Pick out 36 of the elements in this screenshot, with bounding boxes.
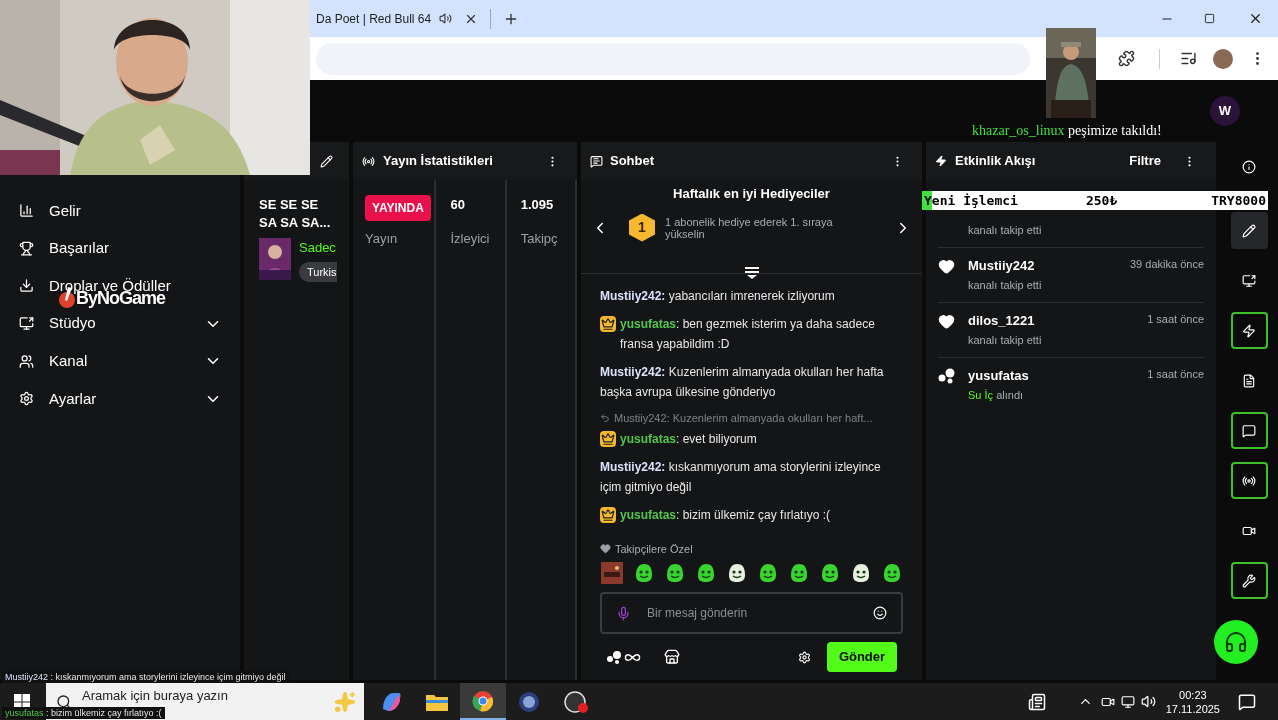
event-detail: kanalı takip etti: [968, 223, 1043, 238]
event-time: 1 saat önce: [1147, 366, 1204, 382]
goal-amount: 250₺: [1085, 191, 1118, 210]
goal-target: TRY8000: [1211, 191, 1266, 210]
chat-overlay-line: yusufatas : bizim ülkemiz çay fırlatıyo :(: [5, 708, 162, 718]
follow-alert-text: khazar_os_linux peşimize takıldı!: [972, 122, 1162, 140]
event-detail: Su İç alındı: [968, 388, 1025, 403]
stat-label: İzleyici: [450, 229, 491, 248]
message-placeholder: Bir mesaj gönderin: [647, 605, 748, 622]
panel-title: Yayın İstatistikleri: [383, 152, 493, 171]
gifter-text: 1 abonelik hediye ederek 1. sıraya yükselin: [665, 215, 834, 240]
event-time: 1 saat önce: [1147, 311, 1204, 327]
section-label: Takipçilere Özel: [615, 541, 693, 557]
event-user: dilos_1221: [968, 311, 1035, 330]
live-badge: YAYINDA: [365, 195, 431, 221]
event-detail: kanalı takip etti: [968, 333, 1043, 348]
stat-label: Yayın: [365, 230, 399, 248]
stat-label: Takipç: [520, 229, 559, 248]
event-time: 39 dakika önce: [1130, 256, 1204, 272]
chat-message: yusufatas: evet biliyorum: [620, 430, 757, 448]
chat-message: Mustiiy242: Kuzenlerim almanyada okulları her hafta başka avrupa ülkesine gönderiyo: [600, 364, 885, 401]
stream-title: SE SE SE SA SA SA...: [258, 196, 332, 232]
gifters-title: Haftalık en iyi Hediyeciler: [673, 185, 830, 203]
event-detail: kanalı takip etti: [968, 278, 1043, 293]
chat-message: yusufatas: bizim ülkemiz çay fırlatıyo :(: [620, 506, 831, 524]
event-user: yusufatas: [968, 366, 1029, 385]
stat-value: 60: [450, 196, 466, 214]
stat-value: 1.095: [520, 196, 555, 214]
rank-badge: 1: [629, 213, 655, 242]
chat-message: yusufatas: ben gezmek isterim ya daha sadece fransa yapabildim :D: [620, 316, 876, 353]
chat-overlay-line: Mustiiy242 : kıskanmıyorum ama storylerini izleyince içim gitmiyo değil: [5, 672, 286, 682]
chat-message: Mustiiy242: yabancıları imrenerek izliyorum: [600, 288, 835, 305]
event-user: Mustiiy242: [968, 256, 1035, 275]
chat-message: Mustiiy242: kıskanmıyorum ama storylerini izleyince içim gitmiyo değil: [600, 458, 882, 496]
panel-title: Sohbet: [610, 152, 655, 171]
panel-title: Etkinlik Akışı: [955, 152, 1036, 171]
